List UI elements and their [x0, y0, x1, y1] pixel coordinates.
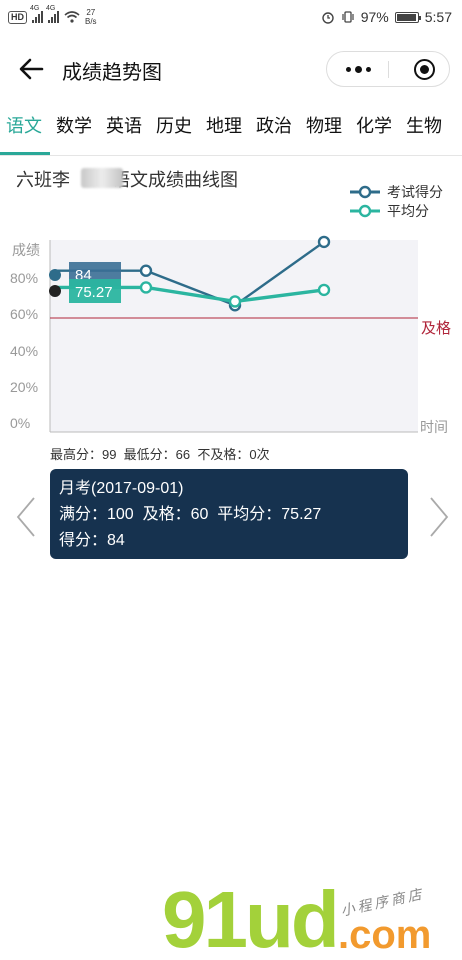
- clock: 5:57: [424, 9, 452, 25]
- average-point[interactable]: [317, 283, 331, 297]
- pass-line-label: 及格: [421, 320, 451, 337]
- y-axis-label: 成绩: [12, 242, 40, 258]
- vibrate-icon: [342, 11, 354, 23]
- legend: 考试得分 平均分: [350, 184, 443, 219]
- close-miniprogram-icon[interactable]: [414, 59, 435, 80]
- page-title: 成绩趋势图: [62, 62, 162, 84]
- battery-icon: [394, 11, 421, 23]
- active-tab-indicator: [0, 152, 50, 155]
- exam-score: 得分：84: [59, 532, 125, 549]
- signal-icon-2: 4G: [46, 5, 59, 23]
- nav-bar: 成绩趋势图: [0, 44, 462, 94]
- y-tick: 60%: [10, 306, 38, 322]
- tab-biology[interactable]: 生物: [406, 112, 442, 138]
- legend-marker-score: [358, 185, 372, 199]
- alarm-icon: [322, 12, 334, 24]
- tab-math[interactable]: 数学: [56, 112, 92, 138]
- battery-percent: 97%: [360, 9, 389, 25]
- network-speed: 27 B/s: [85, 8, 97, 26]
- signal-icon: 4G: [30, 5, 43, 23]
- score-point[interactable]: [139, 264, 153, 277]
- x-axis-label: 时间: [420, 419, 448, 435]
- tab-physics[interactable]: 物理: [306, 112, 342, 138]
- score-summary: 最高分：99 最低分：66 不及格：0次: [50, 447, 270, 462]
- hd-icon: HD: [8, 10, 27, 24]
- y-tick: 20%: [10, 379, 38, 395]
- tab-english[interactable]: 英语: [106, 112, 142, 138]
- legend-label-average: 平均分: [387, 203, 429, 219]
- watermark-logo: 91ud: [162, 875, 340, 960]
- tab-politics[interactable]: 政治: [256, 112, 292, 138]
- tab-chemistry[interactable]: 化学: [356, 112, 392, 138]
- legend-label-score: 考试得分: [387, 184, 443, 200]
- y-tick: 80%: [10, 270, 38, 286]
- chevron-right-icon[interactable]: [427, 495, 451, 539]
- status-bar: HD 4G 4G 27 B/s 97% 5:57: [0, 0, 462, 36]
- average-point[interactable]: [228, 295, 242, 308]
- tab-history[interactable]: 历史: [156, 112, 192, 138]
- tooltip-average-dot: [49, 285, 61, 297]
- y-tick: 0%: [10, 415, 30, 431]
- exam-detail-card: 月考(2017-09-01) 满分：100 及格：60 平均分：75.27 得分…: [50, 469, 408, 559]
- mini-program-capsule: [326, 51, 450, 87]
- more-menu-icon[interactable]: [327, 52, 389, 86]
- capsule-divider: [388, 61, 389, 78]
- average-point[interactable]: [139, 281, 153, 294]
- subject-tabs: 语文 数学 英语 历史 地理 政治 物理 化学 生物: [0, 104, 462, 156]
- back-arrow-icon[interactable]: [16, 54, 46, 84]
- tooltip-score-dot: [49, 269, 61, 281]
- watermark-domain: .com: [338, 913, 432, 957]
- y-tick: 40%: [10, 343, 38, 359]
- chevron-left-icon[interactable]: [14, 495, 38, 539]
- legend-marker-average: [358, 204, 372, 218]
- wifi-icon: [64, 11, 80, 23]
- tab-chinese[interactable]: 语文: [6, 112, 42, 138]
- score-point[interactable]: [317, 235, 331, 249]
- tooltip-average-value: 75.27: [75, 284, 113, 301]
- tab-geography[interactable]: 地理: [206, 112, 242, 138]
- exam-stats: 满分：100 及格：60 平均分：75.27: [59, 506, 322, 523]
- score-line-chart: 成绩 时间 80% 60% 40% 20% 0% 及格 考试得分 平均分 84 …: [10, 184, 451, 435]
- exam-name: 月考(2017-09-01): [59, 480, 184, 497]
